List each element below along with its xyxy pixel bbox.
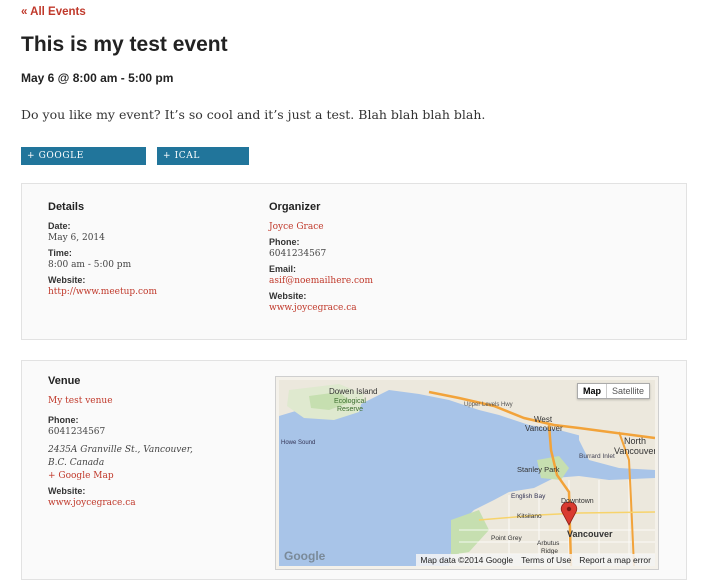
map-report-link[interactable]: Report a map error xyxy=(579,555,651,565)
venue-website-label: Website: xyxy=(48,486,86,496)
venue-phone-value: 6041234567 xyxy=(48,427,106,437)
organizer-email-label: Email: xyxy=(269,264,297,274)
map-terms-link[interactable]: Terms of Use xyxy=(521,555,571,565)
venue-website-link[interactable]: www.joycegrace.ca xyxy=(48,497,258,509)
map-attribution: Map data ©2014 Google xyxy=(420,555,514,565)
google-calendar-button[interactable]: + GOOGLE CALENDAR xyxy=(21,147,146,179)
details-section: Details Date: May 6, 2014 Time: 8:00 am … xyxy=(48,201,248,298)
map-label-west-1: West xyxy=(534,415,553,424)
map-label-north-1: North xyxy=(624,436,646,446)
organizer-section: Organizer Joyce Grace Phone: 6041234567 … xyxy=(269,201,489,314)
map-label-kitsilano: Kitsilano xyxy=(517,513,542,520)
map-label-ecological: Ecological xyxy=(334,398,366,405)
time-label: Time: xyxy=(48,248,72,258)
map-label-stanley-park: Stanley Park xyxy=(517,465,560,474)
map-graphic: Dowen Island Ecological Reserve Howe Sou… xyxy=(279,380,655,566)
details-heading: Details xyxy=(48,201,85,213)
date-value: May 6, 2014 xyxy=(48,233,105,243)
venue-map[interactable]: Dowen Island Ecological Reserve Howe Sou… xyxy=(275,376,659,570)
map-label-vancouver: Vancouver xyxy=(567,529,613,539)
map-canvas[interactable]: Dowen Island Ecological Reserve Howe Sou… xyxy=(279,380,655,566)
map-type-satellite-button[interactable]: Satellite xyxy=(607,384,649,398)
map-label-reserve: Reserve xyxy=(337,406,363,413)
organizer-phone-value: 6041234567 xyxy=(269,249,327,259)
organizer-name-link[interactable]: Joyce Grace xyxy=(269,221,489,233)
organizer-website-link[interactable]: www.joycegrace.ca xyxy=(269,302,489,314)
event-details-box: Details Date: May 6, 2014 Time: 8:00 am … xyxy=(21,183,687,340)
map-label-howe-sound: Howe Sound xyxy=(281,440,315,446)
map-type-map-button[interactable]: Map xyxy=(578,384,607,398)
map-type-control: Map Satellite xyxy=(576,383,650,399)
event-website-link[interactable]: http://www.meetup.com xyxy=(48,286,248,298)
organizer-website-label: Website: xyxy=(269,291,307,301)
map-label-burrard-inlet: Burrard Inlet xyxy=(579,453,615,460)
organizer-email-link[interactable]: asif@noemailhere.com xyxy=(269,275,489,287)
venue-box: Venue My test venue Phone: 6041234567 24… xyxy=(21,360,687,580)
organizer-phone-label: Phone: xyxy=(269,237,300,247)
map-label-downtown: Downtown xyxy=(561,498,594,505)
event-description: Do you like my event? It’s so cool and i… xyxy=(21,107,486,122)
ical-import-button[interactable]: + ICAL IMPORT xyxy=(157,147,249,179)
date-label: Date: xyxy=(48,221,71,231)
event-title: This is my test event xyxy=(21,33,228,56)
venue-name-link[interactable]: My test venue xyxy=(48,395,258,407)
map-label-upper-levels: Upper Levels Hwy xyxy=(464,402,513,408)
map-label-dowen: Dowen Island xyxy=(329,387,377,396)
venue-phone-label: Phone: xyxy=(48,415,79,425)
map-label-west-2: Vancouver xyxy=(525,424,563,433)
google-logo[interactable]: Google xyxy=(284,549,325,563)
time-value: 8:00 am - 5:00 pm xyxy=(48,260,132,270)
venue-section: Venue My test venue Phone: 6041234567 24… xyxy=(48,375,258,509)
map-label-point-grey: Point Grey xyxy=(491,535,522,542)
all-events-link[interactable]: « All Events xyxy=(21,6,86,18)
website-label: Website: xyxy=(48,275,86,285)
venue-heading: Venue xyxy=(48,375,81,387)
venue-address-line1: 2435A Granville St., Vancouver, xyxy=(48,445,193,455)
google-map-link[interactable]: + Google Map xyxy=(48,470,258,482)
venue-address-line2: B.C. Canada xyxy=(48,458,105,468)
map-footer: Map data ©2014 Google Terms of Use Repor… xyxy=(416,554,655,566)
map-label-north-2: Vancouver xyxy=(614,446,655,456)
map-label-english-bay: English Bay xyxy=(511,493,546,500)
organizer-heading: Organizer xyxy=(269,201,321,213)
event-date: May 6 @ 8:00 am - 5:00 pm xyxy=(21,71,174,85)
map-label-arbutus: Arbutus xyxy=(537,540,560,547)
